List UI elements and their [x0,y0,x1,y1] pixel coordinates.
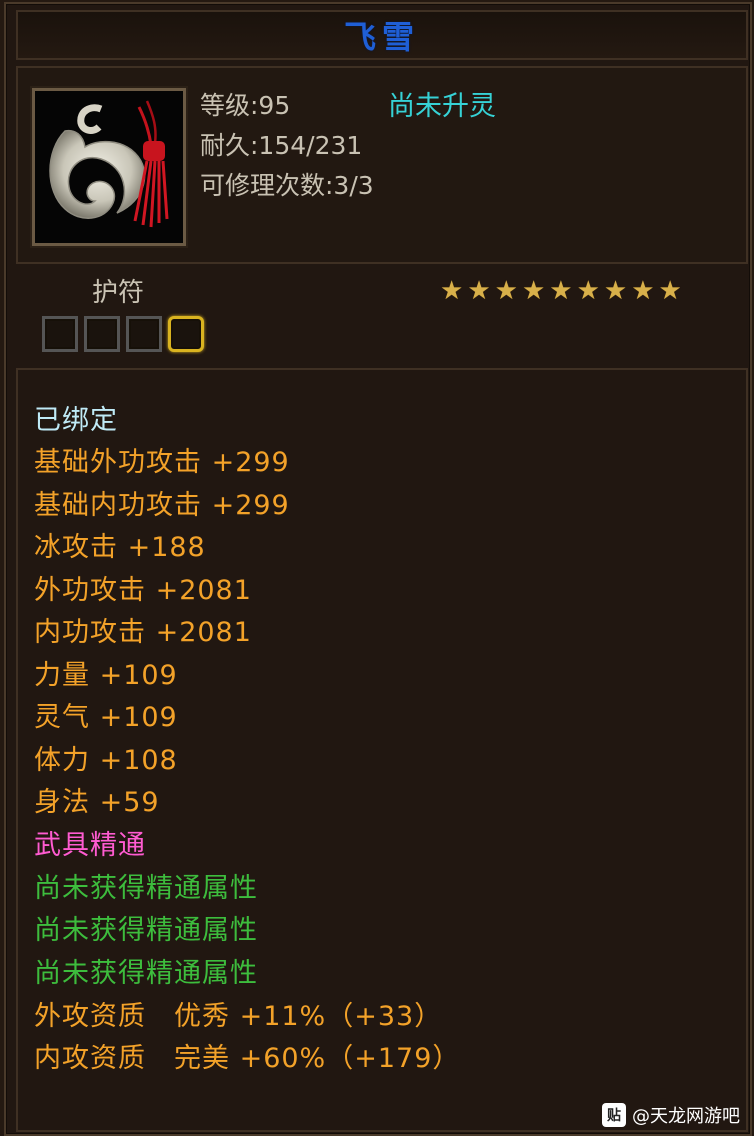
spirit-status: 尚未升灵 [388,91,496,122]
attribute-line: 基础外功攻击 +299 [34,447,290,478]
quality-line: 外攻资质 优秀 +11%（+33） [34,1001,443,1032]
mastery-line: 尚未获得精通属性 [34,915,258,946]
attribute-line: 身法 +59 [34,787,160,818]
attribute-panel: 已绑定 基础外功攻击 +299 基础内功攻击 +299 冰攻击 +188 外功攻… [16,368,748,1132]
watermark-text: @天龙网游吧 [632,1106,740,1127]
gem-slot[interactable] [126,316,162,352]
gem-slots [42,316,204,352]
star-icon: ★ [658,276,682,306]
item-info-panel: 等级:95 耐久:154/231 可修理次数:3/3 尚未升灵 [16,66,748,264]
star-icon: ★ [549,276,573,306]
attribute-line: 外功攻击 +2081 [34,575,252,606]
item-type-label: 护符 [92,278,145,308]
mastery-line: 尚未获得精通属性 [34,873,258,904]
attribute-line: 力量 +109 [34,660,178,691]
star-icon: ★ [467,276,491,306]
star-icon: ★ [521,276,546,306]
tieba-icon: 贴 [602,1103,626,1127]
attribute-line: 冰攻击 +188 [34,532,206,563]
type-panel: 护符 ★ ★ ★ ★ ★ ★ ★ ★ ★ [16,266,748,364]
watermark: 贴 @天龙网游吧 [602,1102,740,1128]
title-bar: 飞雪 [16,10,748,60]
mastery-line: 尚未获得精通属性 [34,958,258,989]
attribute-line: 灵气 +109 [34,702,178,733]
jade-amulet-icon [32,88,186,246]
star-icon: ★ [576,276,600,306]
gem-slot[interactable] [84,316,120,352]
level-text: 等级:95 [200,91,291,120]
mastery-title: 武具精通 [34,830,146,861]
star-rating: ★ ★ ★ ★ ★ ★ ★ ★ ★ [440,278,682,304]
item-name: 飞雪 [343,18,420,56]
star-icon: ★ [603,276,628,306]
item-tooltip: 飞雪 等级:95 耐久:154/231 可修理次数:3/3 尚未升灵 护符 ★ … [4,2,752,1136]
durability-text: 耐久:154/231 [200,131,363,160]
quality-line: 内攻资质 完美 +60%（+179） [34,1043,461,1074]
gem-slot[interactable] [42,316,78,352]
bound-status: 已绑定 [34,405,118,436]
repair-count-text: 可修理次数:3/3 [200,171,374,200]
star-icon: ★ [494,276,518,306]
attribute-line: 基础内功攻击 +299 [34,490,290,521]
gem-slot[interactable] [168,316,204,352]
star-icon: ★ [631,276,655,306]
attribute-line: 体力 +108 [34,745,178,776]
attribute-line: 内功攻击 +2081 [34,617,252,648]
star-icon: ★ [440,276,464,306]
